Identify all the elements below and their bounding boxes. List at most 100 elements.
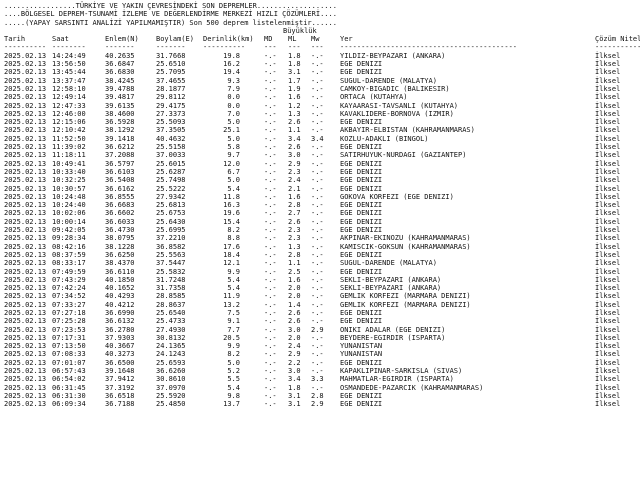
cell-md: -.-	[264, 267, 277, 276]
cell-quality: İlksel	[595, 358, 621, 367]
cell-time: 09:42:05	[52, 226, 86, 235]
table-row: 2025.02.13 07:17:31 37.9303 30.8132 20.5 -.- 2…	[4, 334, 640, 342]
cell-longitude: 25.6430	[156, 217, 186, 226]
cell-ml: 3.0	[288, 367, 301, 376]
cell-mw: -.-	[311, 250, 324, 259]
cell-time: 07:17:31	[52, 333, 86, 342]
cell-mw: -.-	[311, 184, 324, 193]
cell-location: KAMISCIK-GOKSUN (KAHRAMANMARAS)	[340, 242, 471, 251]
cell-depth: 9.3	[227, 76, 240, 85]
cell-md: -.-	[264, 134, 277, 143]
table-row: 2025.02.13 11:52:50 39.1418 40.4632 5.0 -.- 3.…	[4, 135, 640, 143]
col-time: Saat	[52, 35, 69, 44]
table-row: 2025.02.13 06:31:30 36.6518 25.5920 9.8 -.- 3.…	[4, 392, 640, 400]
cell-ml: 1.6	[288, 93, 301, 102]
cell-latitude: 36.6033	[105, 217, 135, 226]
cell-md: -.-	[264, 159, 277, 168]
cell-md: -.-	[264, 118, 277, 127]
cell-md: -.-	[264, 375, 277, 384]
cell-ml: 2.5	[288, 267, 301, 276]
cell-latitude: 38.4600	[105, 109, 135, 118]
table-row: 2025.02.13 12:15:06 36.5928 25.5093 5.0 -.- 2.…	[4, 118, 640, 126]
cell-latitude: 36.5797	[105, 159, 135, 168]
table-row: 2025.02.13 07:23:53 36.2780 27.4930 7.7 -.- 3.…	[4, 326, 640, 334]
cell-time: 13:37:47	[52, 76, 86, 85]
cell-latitude: 36.6162	[105, 184, 135, 193]
table-row: 2025.02.13 07:13:50 40.3667 24.1365 9.9 -.- 2.…	[4, 342, 640, 350]
cell-location: EGE DENIZI	[340, 400, 383, 409]
cell-mw: -.-	[311, 342, 324, 351]
cell-mw: -.-	[311, 234, 324, 243]
cell-quality: İlksel	[595, 400, 621, 409]
cell-longitude: 25.5832	[156, 267, 186, 276]
cell-location: BEYDERE-EGIRDIR (ISPARTA)	[340, 333, 446, 342]
cell-date: 2025.02.13	[4, 308, 47, 317]
cell-longitude: 25.6753	[156, 209, 186, 218]
cell-quality: İlksel	[595, 209, 621, 218]
cell-md: -.-	[264, 192, 277, 201]
cell-depth: 19.8	[223, 51, 240, 60]
cell-depth: 7.0	[227, 109, 240, 118]
table-row: 2025.02.13 12:49:14 39.4817 29.8112 0.0 -.- 1.…	[4, 93, 640, 101]
cell-longitude: 28.8637	[156, 300, 186, 309]
sep-depth: ----------	[203, 43, 246, 52]
col-ml: ML	[288, 35, 297, 44]
cell-md: -.-	[264, 76, 277, 85]
cell-time: 12:58:10	[52, 84, 86, 93]
cell-date: 2025.02.13	[4, 118, 47, 127]
cell-ml: 2.3	[288, 234, 301, 243]
cell-time: 12:46:00	[52, 109, 86, 118]
cell-quality: İlksel	[595, 93, 621, 102]
cell-date: 2025.02.13	[4, 317, 47, 326]
cell-mw: -.-	[311, 284, 324, 293]
cell-md: -.-	[264, 226, 277, 235]
cell-mw: -.-	[311, 292, 324, 301]
cell-latitude: 39.6135	[105, 101, 135, 110]
table-row: 2025.02.13 06:31:45 37.3192 37.0970 5.4 -.- 1.…	[4, 384, 640, 392]
cell-md: -.-	[264, 317, 277, 326]
cell-ml: 2.3	[288, 226, 301, 235]
cell-date: 2025.02.13	[4, 358, 47, 367]
table-row: 2025.02.13 10:02:06 36.6602 25.6753 19.6 -.- 2…	[4, 209, 640, 217]
cell-mw: -.-	[311, 126, 324, 135]
cell-time: 14:24:49	[52, 51, 86, 60]
cell-latitude: 36.6518	[105, 391, 135, 400]
cell-depth: 17.6	[223, 242, 240, 251]
cell-location: EGE DENIZI	[340, 317, 383, 326]
cell-location: CAMKOY-BIGADIC (BALIKESIR)	[340, 84, 450, 93]
cell-depth: 13.2	[223, 300, 240, 309]
cell-latitude: 38.1292	[105, 126, 135, 135]
table-row: 2025.02.13 09:28:34 38.0795 37.2210 8.8 -.- 2.…	[4, 234, 640, 242]
cell-location: YUNANISTAN	[340, 342, 383, 351]
cell-time: 10:24:40	[52, 201, 86, 210]
cell-md: -.-	[264, 217, 277, 226]
cell-date: 2025.02.13	[4, 176, 47, 185]
table-row: 2025.02.13 12:10:42 38.1292 37.3505 25.1 -.- 1…	[4, 126, 640, 134]
cell-date: 2025.02.13	[4, 51, 47, 60]
cell-md: -.-	[264, 84, 277, 93]
table-row: 2025.02.13 10:24:48 36.8555 27.9342 11.8 -.- 1…	[4, 193, 640, 201]
cell-time: 07:13:50	[52, 342, 86, 351]
cell-ml: 1.2	[288, 101, 301, 110]
cell-longitude: 27.9342	[156, 192, 186, 201]
cell-longitude: 37.0033	[156, 151, 186, 160]
cell-ml: 1.7	[288, 76, 301, 85]
cell-depth: 7.9	[227, 84, 240, 93]
cell-date: 2025.02.13	[4, 226, 47, 235]
cell-location: EGE DENIZI	[340, 60, 383, 69]
cell-longitude: 24.1243	[156, 350, 186, 359]
cell-depth: 9.1	[227, 317, 240, 326]
table-row: 2025.02.13 07:27:18 36.6990 25.6540 7.5 -.- 2.…	[4, 309, 640, 317]
cell-date: 2025.02.13	[4, 367, 47, 376]
cell-time: 11:18:11	[52, 151, 86, 160]
table-row: 2025.02.13 07:01:07 36.6500 25.6593 5.0 -.- 2.…	[4, 359, 640, 367]
cell-quality: İlksel	[595, 134, 621, 143]
cell-latitude: 39.1418	[105, 134, 135, 143]
cell-mw: -.-	[311, 109, 324, 118]
cell-time: 07:08:33	[52, 350, 86, 359]
cell-mw: -.-	[311, 333, 324, 342]
cell-depth: 9.9	[227, 342, 240, 351]
cell-latitude: 40.1652	[105, 284, 135, 293]
table-row: 2025.02.13 10:32:25 36.5408 25.7498 5.0 -.- 2.…	[4, 176, 640, 184]
cell-ml: 2.3	[288, 167, 301, 176]
